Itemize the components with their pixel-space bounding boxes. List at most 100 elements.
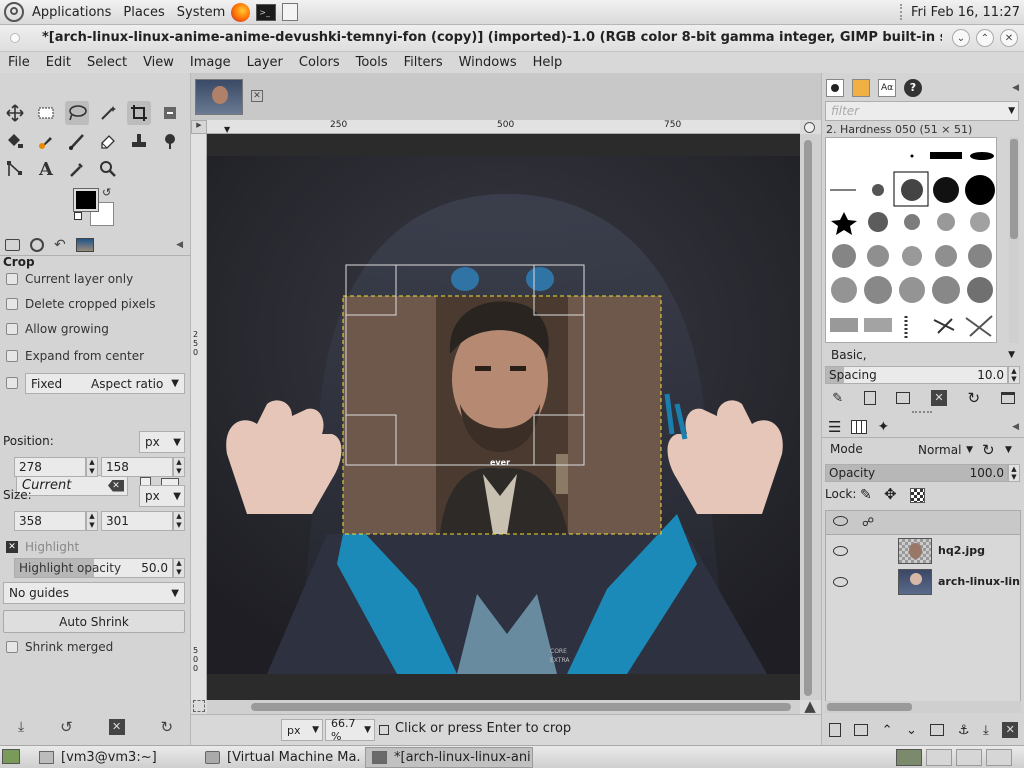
zoom-fit-icon[interactable] bbox=[804, 122, 815, 133]
menu-tools[interactable]: Tools bbox=[348, 55, 396, 70]
layer-opacity-slider[interactable]: Opacity 100.0 bbox=[825, 464, 1008, 482]
merge-layer-icon[interactable]: ⤓ bbox=[983, 723, 989, 738]
fuzzy-select-icon[interactable] bbox=[96, 101, 120, 125]
expand-center-toggle[interactable]: Expand from center bbox=[6, 346, 144, 366]
task-virt-manager[interactable]: [Virtual Machine Ma... bbox=[198, 747, 362, 768]
task-terminal[interactable]: [vm3@vm3:~] bbox=[32, 747, 192, 768]
chevron-down-icon[interactable]: ▼ bbox=[1005, 445, 1012, 455]
close-tab-icon[interactable]: ✕ bbox=[251, 90, 263, 102]
current-ratio-field[interactable]: Current ✕ bbox=[16, 475, 128, 496]
brush-filter-input[interactable]: filter ▼ bbox=[825, 101, 1019, 121]
vertical-scroll-thumb[interactable] bbox=[804, 140, 812, 696]
color-picker-icon[interactable] bbox=[65, 157, 89, 181]
menu-edit[interactable]: Edit bbox=[38, 55, 79, 70]
configure-tab-icon[interactable]: ◀ bbox=[1012, 422, 1019, 432]
undo-history-tab-icon[interactable]: ↶ bbox=[54, 237, 66, 253]
mode-switch-icon[interactable]: ↻ bbox=[982, 441, 995, 459]
layers-tab-icon[interactable]: ☰ bbox=[828, 419, 841, 434]
quick-mask-icon[interactable] bbox=[193, 700, 205, 712]
transform-icon[interactable] bbox=[158, 101, 182, 125]
lower-layer-icon[interactable]: ⌄ bbox=[906, 723, 917, 738]
workspace-4[interactable] bbox=[986, 749, 1012, 766]
menu-view[interactable]: View bbox=[135, 55, 182, 70]
window-menu-icon[interactable] bbox=[10, 33, 20, 43]
configure-tab-icon[interactable]: ◀ bbox=[176, 240, 183, 250]
workspace-switcher[interactable] bbox=[896, 749, 922, 766]
paintbrush-icon[interactable] bbox=[65, 129, 89, 153]
checkbox-icon[interactable] bbox=[6, 298, 18, 310]
default-colors-icon[interactable] bbox=[74, 212, 82, 220]
checkbox-icon[interactable] bbox=[6, 350, 18, 362]
workspace-3[interactable] bbox=[956, 749, 982, 766]
lock-pixels-icon[interactable]: ✎ bbox=[860, 487, 872, 503]
edit-brush-icon[interactable]: ✎ bbox=[832, 391, 843, 406]
delete-cropped-toggle[interactable]: Delete cropped pixels bbox=[6, 294, 156, 314]
path-icon[interactable] bbox=[3, 157, 27, 181]
move-tool-icon[interactable] bbox=[3, 101, 27, 125]
lock-position-icon[interactable]: ✥ bbox=[884, 485, 897, 503]
new-layer-group-icon[interactable] bbox=[854, 724, 869, 736]
duplicate-brush-icon[interactable] bbox=[896, 392, 911, 404]
help-tab-icon[interactable]: ? bbox=[904, 79, 922, 97]
menu-filters[interactable]: Filters bbox=[396, 55, 451, 70]
save-options-icon[interactable]: ⤓ bbox=[18, 719, 24, 735]
layer-mode-select[interactable]: Normal ▼ bbox=[912, 439, 974, 461]
menu-file[interactable]: File bbox=[0, 55, 38, 70]
brush-grid-scrollbar[interactable] bbox=[1009, 137, 1019, 343]
ruler-corner[interactable]: ▶ bbox=[191, 120, 207, 134]
image-tab-thumbnail[interactable] bbox=[195, 79, 243, 115]
anchor-layer-icon[interactable]: ⚓ bbox=[958, 723, 970, 738]
image-canvas[interactable]: ever CORE EXTRA bbox=[207, 134, 800, 700]
window-maximize-icon[interactable]: ⌃ bbox=[976, 29, 994, 47]
brush-spacing-slider[interactable]: Spacing 10.0 bbox=[825, 366, 1008, 384]
delete-layer-icon[interactable]: ✕ bbox=[1002, 722, 1019, 738]
places-menu[interactable]: Places bbox=[123, 5, 164, 20]
highlight-opacity-spinner[interactable]: ▲ ▼ bbox=[173, 558, 185, 578]
window-titlebar[interactable]: *[arch-linux-linux-anime-anime-devushki-… bbox=[0, 25, 1024, 52]
vertical-ruler[interactable]: 2 5 0 5 0 0 bbox=[191, 134, 207, 700]
refresh-brushes-icon[interactable]: ↻ bbox=[968, 389, 981, 407]
menu-layer[interactable]: Layer bbox=[239, 55, 291, 70]
device-status-tab-icon[interactable] bbox=[30, 237, 44, 252]
navigate-icon[interactable]: ▲ bbox=[800, 697, 820, 715]
menu-image[interactable]: Image bbox=[182, 55, 239, 70]
images-tab-icon[interactable] bbox=[75, 237, 94, 252]
allow-growing-toggle[interactable]: Allow growing bbox=[6, 319, 109, 339]
free-select-icon[interactable] bbox=[65, 101, 89, 125]
auto-shrink-button[interactable]: Auto Shrink bbox=[3, 610, 185, 633]
position-x-spinner[interactable]: ▲ ▼ bbox=[86, 457, 98, 477]
workspace-2[interactable] bbox=[926, 749, 952, 766]
terminal-icon[interactable]: >_ bbox=[256, 3, 277, 21]
window-shade-icon[interactable]: ⌄ bbox=[952, 29, 970, 47]
checkbox-icon[interactable] bbox=[6, 641, 18, 653]
smudge-icon[interactable] bbox=[158, 129, 182, 153]
highlight-toggle[interactable]: ✕ Highlight bbox=[6, 537, 79, 557]
patterns-tab-icon[interactable] bbox=[852, 79, 870, 97]
text-editor-icon[interactable] bbox=[282, 3, 299, 21]
shrink-merged-toggle[interactable]: Shrink merged bbox=[6, 637, 113, 657]
position-y-spinner[interactable]: ▲ ▼ bbox=[173, 457, 185, 477]
task-gimp[interactable]: *[arch-linux-linux-ani... bbox=[365, 747, 533, 768]
delete-options-icon[interactable]: ✕ bbox=[108, 719, 125, 735]
menu-windows[interactable]: Windows bbox=[451, 55, 525, 70]
paths-tab-icon[interactable]: ✦ bbox=[877, 419, 889, 435]
highlight-opacity-slider[interactable]: Highlight opacity 50.0 bbox=[14, 558, 173, 578]
fixed-aspect-select[interactable]: Fixed Aspect ratio ▼ bbox=[25, 373, 185, 394]
clone-icon[interactable] bbox=[127, 129, 151, 153]
tool-options-tab-icon[interactable] bbox=[5, 238, 20, 251]
clear-icon[interactable]: ✕ bbox=[108, 479, 124, 492]
layer-visibility-eye-icon[interactable] bbox=[833, 546, 848, 556]
size-width-input[interactable]: 358 bbox=[14, 511, 86, 531]
position-unit-select[interactable]: px ▼ bbox=[139, 431, 185, 453]
reset-options-icon[interactable]: ↻ bbox=[160, 718, 173, 736]
foreground-color-swatch[interactable] bbox=[73, 188, 99, 212]
layer-visibility-eye-icon[interactable] bbox=[833, 577, 848, 587]
dock-separator[interactable] bbox=[912, 411, 932, 413]
position-x-input[interactable]: 278 bbox=[14, 457, 86, 477]
open-brush-icon[interactable] bbox=[1000, 392, 1015, 404]
size-unit-select[interactable]: px ▼ bbox=[139, 485, 185, 507]
size-height-spinner[interactable]: ▲ ▼ bbox=[173, 511, 185, 531]
swap-colors-icon[interactable]: ↺ bbox=[102, 186, 111, 199]
new-brush-icon[interactable] bbox=[863, 391, 876, 405]
rect-select-icon[interactable] bbox=[34, 101, 58, 125]
